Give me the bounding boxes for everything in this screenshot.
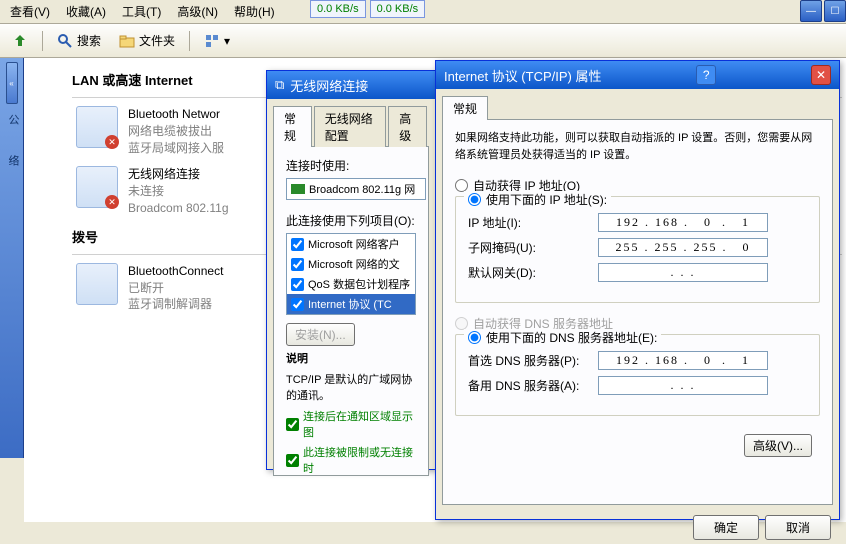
desc-text: TCP/IP 是默认的广域网协的通讯。: [286, 373, 416, 404]
nic-icon: [291, 184, 305, 194]
help-button[interactable]: ?: [696, 65, 716, 85]
manual-dns-group: 使用下面的 DNS 服务器地址(E): 首选 DNS 服务器(P): 备用 DN…: [455, 334, 820, 416]
menu-favorites[interactable]: 收藏(A): [60, 1, 112, 22]
dns1-input[interactable]: [598, 351, 768, 370]
menu-view[interactable]: 查看(V): [4, 1, 56, 22]
checkbox[interactable]: [291, 298, 304, 311]
toolbar: 搜索 文件夹 ▾: [0, 24, 846, 58]
wireless-properties-window: ⧉ 无线网络连接 常规 无线网络配置 高级 连接时使用: Broadcom 80…: [266, 70, 436, 470]
ip-input[interactable]: [598, 213, 768, 232]
sidebar-group-1[interactable]: 公: [5, 114, 21, 125]
minimize-button[interactable]: —: [800, 0, 822, 22]
tcpip-properties-window: Internet 协议 (TCP/IP) 属性 ? ✕ 常规 如果网络支持此功能…: [435, 60, 840, 520]
manual-ip-radio[interactable]: 使用下面的 IP 地址(S):: [464, 191, 611, 208]
tab-content: 如果网络支持此功能，则可以获取自动指派的 IP 设置。否则，您需要从网络系统管理…: [442, 119, 833, 505]
conn-status: 已断开: [128, 280, 223, 297]
connect-using-label: 连接时使用:: [286, 157, 416, 174]
sidebar-toggle[interactable]: «: [6, 62, 18, 104]
limited-checkbox[interactable]: 此连接被限制或无连接时: [286, 444, 416, 476]
speed-tray: 0.0 KB/s 0.0 KB/s: [310, 0, 425, 18]
search-label: 搜索: [77, 32, 101, 49]
wifi-icon: [76, 166, 118, 208]
items-label: 此连接使用下列项目(O):: [286, 212, 416, 229]
tab-general[interactable]: 常规: [273, 106, 312, 147]
speed-up: 0.0 KB/s: [370, 0, 426, 18]
list-item[interactable]: Microsoft 网络客户: [287, 234, 415, 254]
checkbox[interactable]: [291, 238, 304, 251]
info-text: 如果网络支持此功能，则可以获取自动指派的 IP 设置。否则，您需要从网络系统管理…: [455, 130, 820, 163]
manual-dns-radio[interactable]: 使用下面的 DNS 服务器地址(E):: [464, 329, 661, 346]
search-button[interactable]: 搜索: [51, 29, 107, 52]
network-icon: ⧉: [275, 77, 284, 93]
cancel-button[interactable]: 取消: [765, 515, 831, 540]
desc-title: 说明: [286, 353, 308, 365]
dns2-label: 备用 DNS 服务器(A):: [468, 377, 598, 394]
conn-device: Broadcom 802.11g: [128, 200, 229, 217]
adapter-name: Broadcom 802.11g 网: [309, 181, 415, 197]
conn-name: 无线网络连接: [128, 166, 229, 183]
mask-label: 子网掩码(U):: [468, 239, 598, 256]
ip-label: IP 地址(I):: [468, 214, 598, 231]
list-item[interactable]: Microsoft 网络的文: [287, 254, 415, 274]
conn-device: 蓝牙调制解调器: [128, 296, 223, 313]
tab-content: 连接时使用: Broadcom 802.11g 网 此连接使用下列项目(O): …: [273, 146, 429, 476]
manual-ip-group: 使用下面的 IP 地址(S): IP 地址(I): 子网掩码(U): 默认网关(…: [455, 196, 820, 303]
sidebar-group-2[interactable]: 络: [5, 155, 21, 166]
tab-general[interactable]: 常规: [442, 96, 488, 120]
tab-advanced[interactable]: 高级: [388, 106, 427, 147]
gateway-input[interactable]: [598, 263, 768, 282]
close-button[interactable]: ✕: [811, 65, 831, 85]
tabs: 常规: [442, 95, 833, 119]
adapter-combo[interactable]: Broadcom 802.11g 网: [286, 178, 426, 200]
folders-button[interactable]: 文件夹: [113, 29, 181, 52]
list-item[interactable]: Internet 协议 (TC: [287, 294, 415, 314]
menu-help[interactable]: 帮助(H): [228, 1, 281, 22]
conn-name: BluetoothConnect: [128, 263, 223, 280]
checkbox[interactable]: [291, 258, 304, 271]
gateway-label: 默认网关(D):: [468, 264, 598, 281]
modem-icon: [76, 263, 118, 305]
notify-checkbox[interactable]: 连接后在通知区域显示图: [286, 408, 416, 440]
advanced-button[interactable]: 高级(V)...: [744, 434, 812, 457]
list-item[interactable]: QoS 数据包计划程序: [287, 274, 415, 294]
dns1-label: 首选 DNS 服务器(P):: [468, 352, 598, 369]
menu-advanced[interactable]: 高级(N): [171, 1, 224, 22]
protocol-list[interactable]: Microsoft 网络客户 Microsoft 网络的文 QoS 数据包计划程…: [286, 233, 416, 315]
view-mode-button[interactable]: ▾: [198, 30, 236, 52]
tab-wifi[interactable]: 无线网络配置: [314, 106, 386, 147]
checkbox[interactable]: [291, 278, 304, 291]
up-button[interactable]: [6, 30, 34, 52]
menu-tools[interactable]: 工具(T): [116, 1, 167, 22]
network-icon: [76, 106, 118, 148]
ok-button[interactable]: 确定: [693, 515, 759, 540]
folders-label: 文件夹: [139, 32, 175, 49]
conn-device: 蓝牙局域网接入服: [128, 140, 224, 157]
window-controls: — ☐: [798, 0, 846, 22]
tabs: 常规 无线网络配置 高级: [273, 105, 429, 146]
conn-status: 网络电缆被拔出: [128, 123, 224, 140]
window-title: 无线网络连接: [290, 76, 368, 95]
sidebar: « 公 络: [0, 58, 24, 458]
install-button[interactable]: 安装(N)...: [286, 323, 355, 346]
titlebar[interactable]: ⧉ 无线网络连接: [267, 71, 435, 99]
titlebar[interactable]: Internet 协议 (TCP/IP) 属性 ? ✕: [436, 61, 839, 89]
speed-down: 0.0 KB/s: [310, 0, 366, 18]
window-title: Internet 协议 (TCP/IP) 属性: [444, 66, 601, 85]
mask-input[interactable]: [598, 238, 768, 257]
maximize-button[interactable]: ☐: [824, 0, 846, 22]
conn-name: Bluetooth Networ: [128, 106, 224, 123]
dns2-input[interactable]: [598, 376, 768, 395]
conn-status: 未连接: [128, 183, 229, 200]
